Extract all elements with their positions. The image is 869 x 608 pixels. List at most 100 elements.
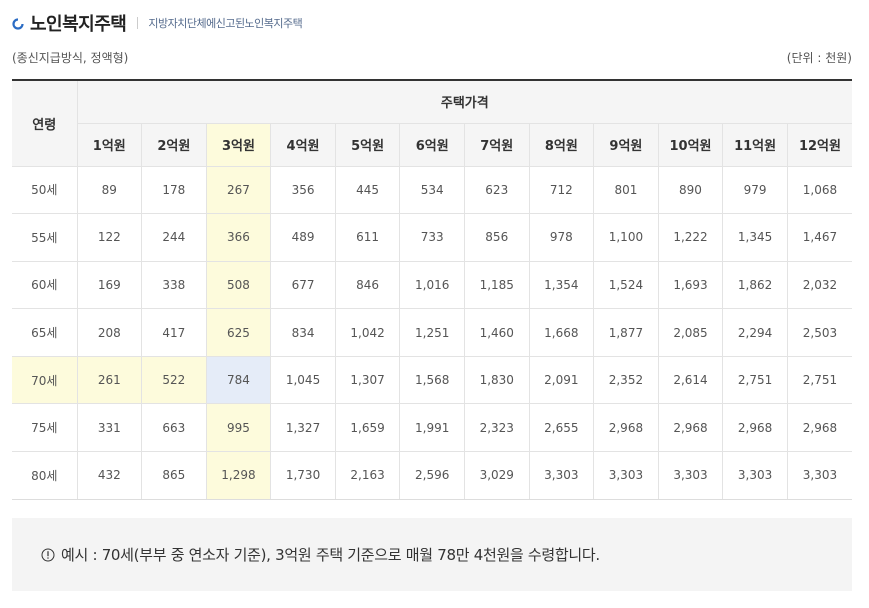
age-cell: 60세 [12,260,77,309]
amount-cell: 3,303 [786,451,853,500]
page-subtitle: 지방자치단체에신고된노인복지주택 [148,17,303,30]
amount-cell: 208 [76,308,142,357]
amount-cell: 846 [334,260,400,309]
price-header: 6억원 [399,122,465,166]
price-header: 4억원 [270,122,336,166]
amount-cell: 1,042 [334,308,400,357]
amount-cell: 267 [205,165,271,214]
amount-cell: 3,029 [463,451,530,500]
amount-cell: 1,730 [270,451,336,500]
price-header: 5억원 [334,122,400,166]
age-cell: 75세 [12,403,77,452]
amount-cell: 784 [205,355,271,404]
amount-cell: 3,303 [722,451,788,500]
amount-cell: 979 [722,165,788,214]
amount-cell: 1,659 [334,403,400,452]
price-header-row: 1억원 2억원 3억원 4억원 5억원 6억원 7억원 8억원 9억원 10억원 11억원 12억원 [12,122,853,166]
page-header: 노인복지주택 지방자치단체에신고된노인복지주택 [12,8,303,38]
amount-cell: 1,298 [205,451,271,500]
amount-cell: 2,163 [334,451,400,500]
amount-cell: 3,303 [528,451,594,500]
price-header: 10억원 [657,122,723,166]
page-title: 노인복지주택 [30,14,127,35]
amount-cell: 331 [76,403,142,452]
amount-cell: 244 [141,213,207,262]
amount-cell: 890 [657,165,723,214]
amount-cell: 834 [270,308,336,357]
age-cell: 65세 [12,308,77,357]
amount-cell: 1,460 [463,308,530,357]
unit-text: (단위 : 천원) [786,51,852,65]
amount-cell: 1,345 [722,213,788,262]
amount-cell: 2,751 [722,355,788,404]
table-row: 65세 208 417 625 834 1,042 1,251 1,460 1,668 1,877… [12,308,853,357]
amount-cell: 1,222 [657,213,723,262]
amount-cell: 338 [141,260,207,309]
amount-cell: 865 [141,451,207,500]
amount-cell: 663 [141,403,207,452]
amount-cell: 1,016 [399,260,465,309]
price-header: 2억원 [141,122,207,166]
amount-cell: 534 [399,165,465,214]
amount-cell: 2,968 [722,403,788,452]
age-cell: 55세 [12,213,77,262]
age-cell: 50세 [12,165,77,214]
amount-cell: 3,303 [593,451,659,500]
amount-cell: 1,045 [270,355,336,404]
amount-cell: 623 [463,165,530,214]
title-divider [137,17,139,29]
amount-cell: 1,991 [399,403,465,452]
amount-cell: 856 [463,213,530,262]
price-group-header: 주택가격 [76,80,853,123]
amount-cell: 522 [141,355,207,404]
price-header: 9억원 [593,122,659,166]
amount-cell: 2,596 [399,451,465,500]
amount-cell: 2,503 [786,308,853,357]
amount-cell: 1,327 [270,403,336,452]
amount-cell: 712 [528,165,594,214]
amount-cell: 801 [593,165,659,214]
price-header: 11억원 [722,122,788,166]
amount-cell: 261 [76,355,142,404]
amount-cell: 2,294 [722,308,788,357]
example-note: 예시 : 70세(부부 중 연소자 기준), 3억원 주택 기준으로 매월 78… [12,518,852,591]
amount-cell: 489 [270,213,336,262]
info-circle-icon [41,548,55,561]
amount-cell: 356 [270,165,336,214]
pension-rate-table: 연령 주택가격 1억원 2억원 3억원 4억원 5억원 6억원 7억원 8억원 9억원 10억원 1… [12,79,853,500]
amount-cell: 2,091 [528,355,594,404]
table-meta: (종신지급방식, 정액형) (단위 : 천원) [12,49,852,66]
amount-cell: 2,614 [657,355,723,404]
amount-cell: 2,655 [528,403,594,452]
amount-cell: 89 [76,165,142,214]
price-header: 7억원 [463,122,530,166]
example-note-text: 예시 : 70세(부부 중 연소자 기준), 3억원 주택 기준으로 매월 78… [61,546,600,564]
amount-cell: 1,862 [722,260,788,309]
amount-cell: 677 [270,260,336,309]
amount-cell: 1,668 [528,308,594,357]
table-row: 80세 432 865 1,298 1,730 2,163 2,596 3,029 3,303 3… [12,451,853,500]
table-row: 55세 122 244 366 489 611 733 856 978 1,100 1,222 1,3… [12,213,853,262]
amount-cell: 1,100 [593,213,659,262]
table-row: 70세 261 522 784 1,045 1,307 1,568 1,830 2,091 2,3… [12,355,853,404]
amount-cell: 2,352 [593,355,659,404]
amount-cell: 1,068 [786,165,853,214]
amount-cell: 995 [205,403,271,452]
table-row: 75세 331 663 995 1,327 1,659 1,991 2,323 2,655 2,9… [12,403,853,452]
price-header: 1억원 [76,122,142,166]
payment-method-text: (종신지급방식, 정액형) [12,51,129,65]
age-column-header: 연령 [32,117,57,133]
table-header-row: 연령 주택가격 [12,80,853,133]
table-row: 60세 169 338 508 677 846 1,016 1,185 1,354 1,524 1,… [12,260,853,309]
price-header: 8억원 [528,122,594,166]
price-header: 3억원 [205,122,271,166]
table-body: 50세 89 178 267 356 445 534 623 712 801 890 979 1,068… [12,165,853,500]
amount-cell: 978 [528,213,594,262]
amount-cell: 733 [399,213,465,262]
title-bullet-icon [12,18,24,30]
amount-cell: 1,830 [463,355,530,404]
amount-cell: 1,185 [463,260,530,309]
amount-cell: 2,968 [786,403,853,452]
age-cell: 80세 [12,451,77,500]
amount-cell: 1,354 [528,260,594,309]
